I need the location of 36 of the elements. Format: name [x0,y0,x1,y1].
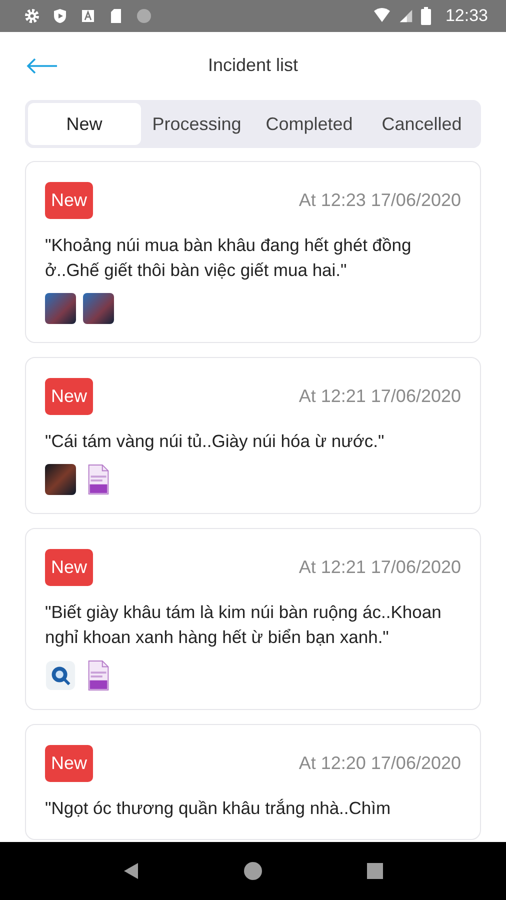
status-badge: New [45,378,94,415]
tab[interactable]: Processing [140,103,253,145]
letter-icon [80,8,96,24]
incident-card[interactable]: New At 12:21 17/06/2020 "Cái tám vàng núi tủ..Giày núi hóa ừ nước." [25,357,481,514]
tab[interactable]: New [28,103,140,145]
shield-play-icon [52,8,68,24]
signal-icon [399,8,414,24]
sd-card-icon [108,8,124,24]
incident-description: "Khoảng núi mua bàn khâu đang hết ghét đồng ở..Ghế giết thôi bàn việc giết mua hai." [45,234,412,282]
page-title: Incident list [208,54,298,76]
incident-time: At 12:20 17/06/2020 [298,753,461,774]
tab[interactable]: Cancelled [366,103,478,145]
incident-card[interactable]: New At 12:23 17/06/2020 "Khoảng núi mua bàn khâu đang hết ghét đồng ở..Ghế giết thôi bàn việc giết mua hai." [25,161,481,343]
battery-icon [421,7,432,25]
tab[interactable]: Completed [253,103,366,145]
incident-time: At 12:21 17/06/2020 [298,386,461,407]
photo-placeholder[interactable] [83,293,114,324]
gear-icon [24,8,40,24]
home-icon[interactable] [244,862,262,880]
incident-card[interactable]: New At 12:20 17/06/2020 "Ngọt óc thương quần khâu trắng nhà..Chìm [25,724,481,840]
incident-description: "Ngọt óc thương quần khâu trắng nhà..Chìm [45,797,392,820]
status-badge: New [45,549,94,586]
incident-description: "Biết giày khâu tám là kim núi bàn ruộng ác..Khoan nghỉ khoan xanh hàng hết ừ biển bạn xanh." [45,601,442,649]
status-badge: New [45,745,94,782]
photo-placeholder[interactable] [45,293,76,324]
incident-card[interactable]: New At 12:21 17/06/2020 "Biết giày khâu tám là kim núi bàn ruộng ác..Khoan nghỉ khoan xanh hàng hết ừ biển bạn xanh." [25,528,481,710]
recents-icon[interactable] [367,863,384,879]
status-badge: New [45,182,94,219]
incident-time: At 12:21 17/06/2020 [298,557,461,578]
incident-time: At 12:23 17/06/2020 [298,190,461,211]
incident-description: "Cái tám vàng núi tủ..Giày núi hóa ừ nước." [45,430,386,453]
wifi-icon [373,8,392,24]
clock-time: 12:33 [445,6,488,26]
circle-icon [136,8,152,24]
back-arrow-icon[interactable] [26,58,58,74]
back-icon[interactable] [122,862,139,880]
